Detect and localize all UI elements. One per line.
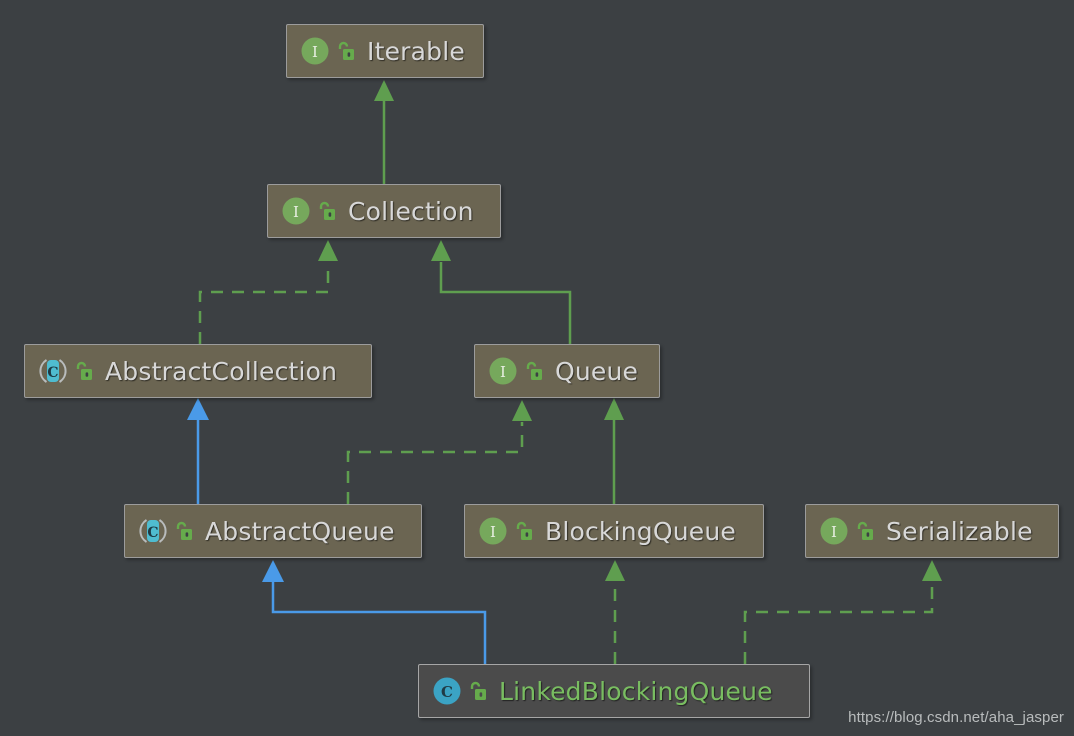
node-label: LinkedBlockingQueue <box>499 676 773 706</box>
interface-icon: I <box>488 356 518 386</box>
edge-abstractqueue-to-queue <box>346 400 532 504</box>
node-collection[interactable]: I Collection <box>267 184 501 238</box>
interface-icon: I <box>300 36 330 66</box>
abstract-class-icon: C <box>38 356 68 386</box>
svg-text:C: C <box>441 683 453 701</box>
svg-text:I: I <box>831 523 837 541</box>
node-label: Iterable <box>367 36 465 66</box>
node-label: AbstractQueue <box>205 516 395 546</box>
svg-text:I: I <box>293 203 299 221</box>
node-label: Queue <box>555 356 639 386</box>
unlocked-padlock-icon <box>336 40 356 62</box>
unlocked-padlock-icon <box>524 360 544 382</box>
node-queue[interactable]: I Queue <box>474 344 660 398</box>
edge-linkedblockingqueue-to-blockingqueue <box>605 560 625 664</box>
node-iterable[interactable]: I Iterable <box>286 24 484 78</box>
edge-abstractcollection-to-collection <box>198 240 338 344</box>
interface-icon: I <box>281 196 311 226</box>
svg-text:C: C <box>147 525 158 541</box>
abstract-class-icon: C <box>138 516 168 546</box>
edge-blockingqueue-to-queue <box>604 398 624 504</box>
svg-text:I: I <box>500 363 506 381</box>
edge-linkedblockingqueue-to-serializable <box>743 560 942 664</box>
node-abstract-queue[interactable]: C AbstractQueue <box>124 504 422 558</box>
node-abstract-collection[interactable]: C AbstractCollection <box>24 344 372 398</box>
svg-text:C: C <box>47 365 58 381</box>
class-icon: C <box>432 676 462 706</box>
node-label: AbstractCollection <box>105 356 338 386</box>
node-blocking-queue[interactable]: I BlockingQueue <box>464 504 764 558</box>
uml-class-diagram: I Iterable I Collection C AbstractCollec… <box>0 0 1074 736</box>
node-linked-blocking-queue[interactable]: C LinkedBlockingQueue <box>418 664 810 718</box>
unlocked-padlock-icon <box>468 680 488 702</box>
node-label: Serializable <box>886 516 1033 546</box>
unlocked-padlock-icon <box>317 200 337 222</box>
edge-abstractqueue-to-abstractcollection <box>187 398 209 504</box>
svg-text:I: I <box>490 523 496 541</box>
edge-linkedblockingqueue-to-abstractqueue <box>262 560 487 664</box>
svg-text:I: I <box>312 43 318 61</box>
unlocked-padlock-icon <box>174 520 194 542</box>
node-serializable[interactable]: I Serializable <box>805 504 1059 558</box>
unlocked-padlock-icon <box>514 520 534 542</box>
node-label: BlockingQueue <box>545 516 737 546</box>
unlocked-padlock-icon <box>855 520 875 542</box>
interface-icon: I <box>819 516 849 546</box>
edge-queue-to-collection <box>431 240 572 344</box>
unlocked-padlock-icon <box>74 360 94 382</box>
node-label: Collection <box>348 196 474 226</box>
watermark-url: https://blog.csdn.net/aha_jasper <box>848 709 1064 726</box>
interface-icon: I <box>478 516 508 546</box>
edge-collection-to-iterable <box>374 80 394 184</box>
